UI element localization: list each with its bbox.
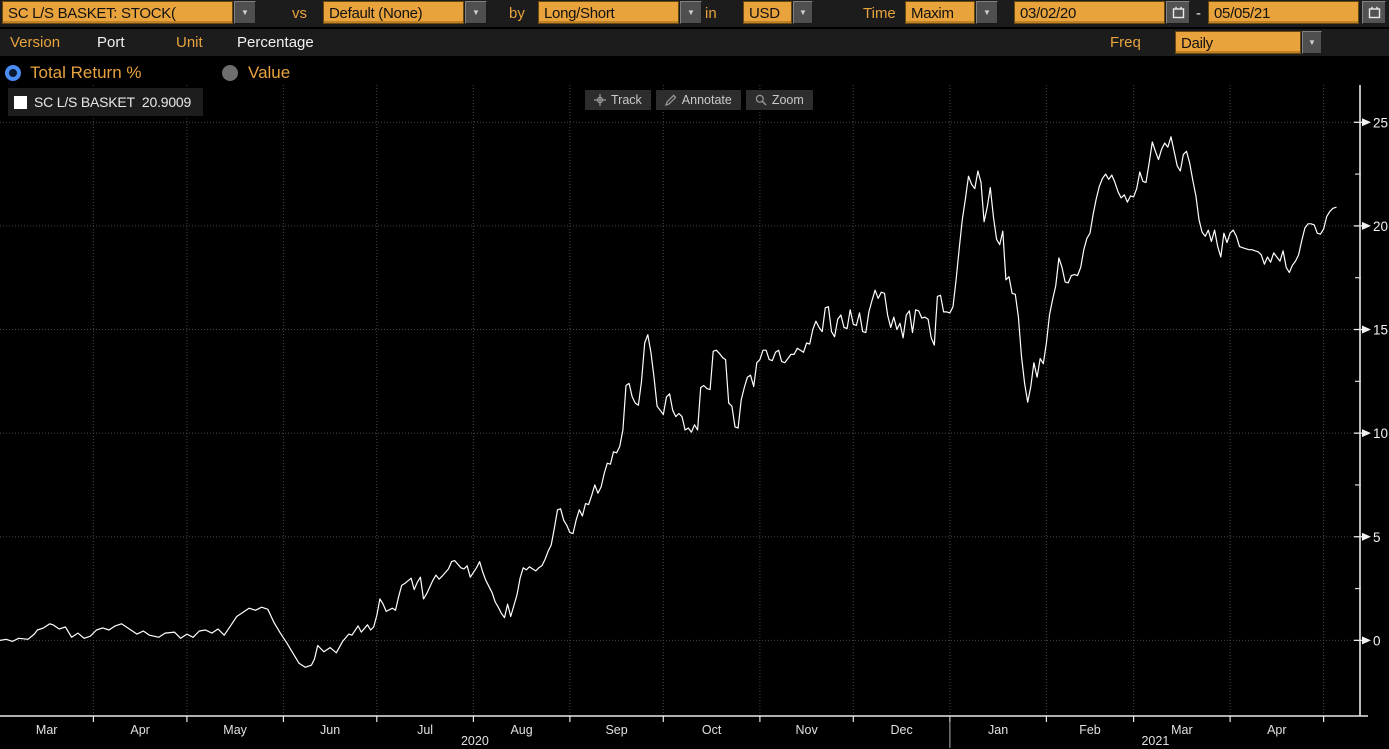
crosshair-icon (594, 94, 606, 106)
bloomberg-chart-screen: { "header": { "row1": { "security": "SC … (0, 0, 1389, 749)
value-radio-label[interactable]: Value (248, 60, 290, 86)
track-button[interactable]: Track (585, 90, 651, 110)
y-tick-arrow-icon (1362, 533, 1371, 541)
month-label: May (223, 723, 247, 737)
series-legend[interactable]: SC L/S BASKET 20.9009 (8, 88, 203, 116)
end-date-field[interactable]: 05/05/21 (1208, 1, 1359, 24)
month-label: Jun (320, 723, 340, 737)
end-date-calendar-button[interactable] (1362, 1, 1386, 24)
y-tick-label: 25 (1373, 115, 1388, 130)
annotate-button-label: Annotate (682, 90, 732, 110)
chevron-down-icon: ▼ (687, 8, 695, 17)
currency-dropdown-arrow[interactable]: ▼ (793, 1, 813, 24)
date-range-dash: - (1196, 0, 1201, 27)
y-tick-label: 15 (1373, 323, 1388, 338)
month-label: Nov (795, 723, 818, 737)
chevron-down-icon: ▼ (1308, 38, 1316, 47)
year-label: 2021 (1141, 734, 1169, 748)
zoom-button[interactable]: Zoom (746, 90, 813, 110)
month-label: Oct (702, 723, 722, 737)
currency-dropdown[interactable]: USD (743, 1, 792, 24)
chevron-down-icon: ▼ (241, 8, 249, 17)
security-dropdown[interactable]: SC L/S BASKET: STOCK( (2, 1, 233, 24)
comparison-dropdown[interactable]: Default (None) (323, 1, 464, 24)
start-date-field[interactable]: 03/02/20 (1014, 1, 1165, 24)
y-tick-label: 10 (1373, 426, 1388, 441)
chevron-down-icon: ▼ (983, 8, 991, 17)
y-tick-arrow-icon (1362, 326, 1371, 334)
month-label: Dec (890, 723, 912, 737)
track-button-label: Track (611, 90, 642, 110)
series-name: SC L/S BASKET (34, 94, 135, 110)
freq-label: Freq (1110, 29, 1141, 56)
y-tick-label: 5 (1373, 530, 1381, 545)
unit-label: Unit (176, 29, 203, 56)
chart-plot-area[interactable]: 0 5 10 15 20 25 Mar Apr May Jun Jul Aug Sep Oct Nov Dec… (0, 0, 1389, 749)
calendar-icon (1172, 6, 1185, 19)
y-tick-arrow-icon (1362, 429, 1371, 437)
version-label: Version (10, 29, 60, 56)
series-line (0, 137, 1336, 668)
header-row-2: Version Port Unit Percentage Freq Daily … (0, 29, 1389, 56)
total-return-radio[interactable] (5, 65, 21, 81)
y-tick-arrow-icon (1362, 636, 1371, 644)
unit-value[interactable]: Percentage (237, 29, 314, 56)
month-label: Feb (1079, 723, 1101, 737)
time-label: Time (863, 0, 896, 27)
series-last-value: 20.9009 (142, 94, 191, 110)
month-label: Mar (1171, 723, 1193, 737)
by-label: by (509, 0, 525, 27)
chevron-down-icon: ▼ (799, 8, 807, 17)
header-row-1: SC L/S BASKET: STOCK( ▼ vs Default (None… (0, 0, 1389, 27)
display-mode-controls: Total Return % Value (0, 60, 1389, 86)
month-label: Apr (1267, 723, 1286, 737)
chart-toolbar: Track Annotate Zoom (585, 90, 813, 110)
zoom-button-label: Zoom (772, 90, 804, 110)
year-label: 2020 (461, 734, 489, 748)
comparison-dropdown-arrow[interactable]: ▼ (465, 1, 487, 24)
annotate-button[interactable]: Annotate (656, 90, 741, 110)
freq-dropdown[interactable]: Daily (1175, 31, 1301, 54)
vs-label: vs (292, 0, 307, 27)
y-tick-arrow-icon (1362, 222, 1371, 230)
magnifier-icon (755, 94, 767, 106)
month-label: Aug (510, 723, 532, 737)
month-label: Sep (605, 723, 627, 737)
freq-dropdown-arrow[interactable]: ▼ (1302, 31, 1322, 54)
month-label: Mar (36, 723, 58, 737)
gridlines (0, 85, 1360, 716)
y-tick-label: 0 (1373, 633, 1381, 648)
month-label: Apr (130, 723, 149, 737)
y-tick-arrow-icon (1362, 118, 1371, 126)
time-range-dropdown[interactable]: Maxim (905, 1, 975, 24)
month-label: Jan (988, 723, 1008, 737)
value-radio[interactable] (222, 65, 238, 81)
month-label: Jul (417, 723, 433, 737)
y-axis-ticks: 0 5 10 15 20 25 (1354, 115, 1388, 648)
version-value[interactable]: Port (97, 29, 125, 56)
calendar-icon (1368, 6, 1381, 19)
grouping-dropdown[interactable]: Long/Short (538, 1, 679, 24)
x-axis-ticks: Mar Apr May Jun Jul Aug Sep Oct Nov Dec Jan Feb Mar A… (36, 716, 1324, 737)
total-return-radio-label[interactable]: Total Return % (30, 60, 142, 86)
pencil-icon (665, 94, 677, 106)
in-label: in (705, 0, 717, 27)
security-dropdown-arrow[interactable]: ▼ (234, 1, 256, 24)
series-swatch (14, 96, 27, 109)
grouping-dropdown-arrow[interactable]: ▼ (680, 1, 702, 24)
y-tick-label: 20 (1373, 219, 1388, 234)
chevron-down-icon: ▼ (472, 8, 480, 17)
time-range-dropdown-arrow[interactable]: ▼ (976, 1, 998, 24)
start-date-calendar-button[interactable] (1166, 1, 1190, 24)
